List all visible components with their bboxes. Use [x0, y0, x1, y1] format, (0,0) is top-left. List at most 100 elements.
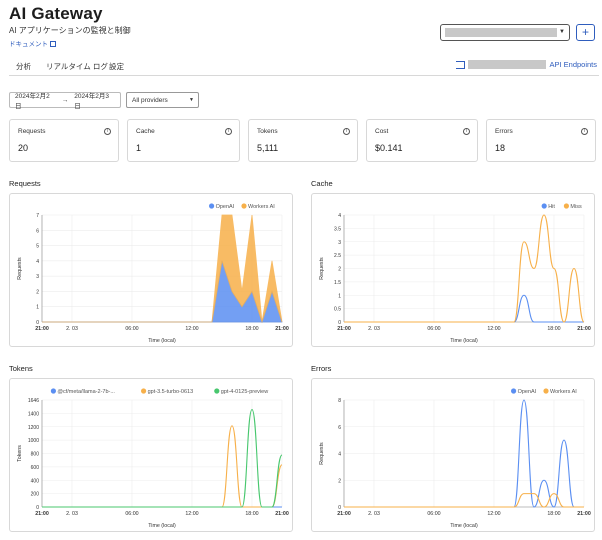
y-tick-label: 1646	[28, 398, 39, 404]
x-tick-label: 12:00	[185, 326, 198, 332]
chart-panel-requests: Workers AI OpenAI 0 1 2 3 4 5 6 7 21:00 2. 03 06:00 1…	[9, 193, 293, 347]
line-series-2	[41, 408, 283, 508]
section-title-errors: Errors	[311, 364, 332, 373]
legend-label: gpt-3.5-turbo-0613	[148, 389, 194, 395]
y-tick-label: 8	[338, 398, 341, 404]
legend-swatch	[541, 203, 547, 209]
legend-label: Workers AI	[248, 204, 275, 210]
chart-panel-errors: Workers AI OpenAI 0 2 4 6 8 21:00 2. 03 06:00 12:0…	[311, 378, 595, 532]
y-tick-label: 200	[31, 492, 40, 498]
y-tick-label: 1	[36, 305, 39, 311]
provider-select-value: All providers	[132, 97, 168, 104]
y-tick-label: 600	[31, 465, 40, 471]
stat-label: Cost	[375, 128, 389, 135]
x-tick-label: 2. 03	[368, 511, 380, 517]
tab-analytics[interactable]: 分析	[16, 61, 31, 72]
requests-chart: Workers AIOpenAI0123456721:00 2. 03 06:00 1…	[17, 203, 289, 344]
x-tick-label: 21:00	[577, 326, 591, 332]
chart-panel-cache: Miss Hit 0 0.5 1 1.5 2 2.5 3 3.5 4 21:00 2. 03 06:00 1…	[311, 193, 595, 347]
x-tick-label: 2. 03	[66, 326, 78, 332]
stat-value: $0.141	[375, 143, 403, 153]
chevron-down-icon: ▼	[559, 29, 565, 35]
y-tick-label: 2.5	[334, 253, 341, 259]
legend-label: OpenAI	[518, 389, 537, 395]
info-icon[interactable]: i	[343, 128, 350, 135]
add-gateway-button[interactable]: +	[576, 24, 595, 41]
x-tick-label: 12:00	[185, 511, 198, 517]
x-axis-label: Time (local)	[450, 338, 478, 344]
y-tick-label: 1	[338, 293, 341, 299]
errors-chart: Workers AIOpenAI0246821:00 2. 03 06:00 12:0…	[319, 388, 591, 529]
legend-swatch	[241, 203, 247, 209]
x-tick-label: 06:00	[427, 511, 440, 517]
y-axis-label: Requests	[17, 257, 23, 280]
api-endpoints-link[interactable]: API Endpoints	[456, 60, 597, 69]
tab-settings[interactable]: 設定	[109, 61, 124, 72]
line-series-1	[41, 425, 283, 508]
y-tick-label: 800	[31, 452, 40, 458]
x-tick-label: 21:00	[35, 511, 49, 517]
cache-chart: MissHit00.511.522.533.5421:00 2. 03 06:00 1…	[319, 203, 591, 344]
tab-realtime-logs[interactable]: リアルタイム ログ	[46, 61, 108, 72]
tab-bar: 分析 リアルタイム ログ 設定 API Endpoints	[9, 55, 599, 76]
external-link-icon	[50, 41, 56, 47]
legend-swatch	[209, 203, 215, 209]
x-tick-label: 2. 03	[66, 511, 78, 517]
info-icon[interactable]: i	[225, 128, 232, 135]
legend-label: Workers AI	[550, 389, 577, 395]
x-tick-label: 21:00	[275, 326, 289, 332]
date-range-picker[interactable]: 2024年2月2日 → 2024年2月3日	[9, 92, 121, 110]
documentation-link-label: ドキュメント	[9, 41, 48, 48]
y-axis-label: Tokens	[17, 445, 23, 462]
y-tick-label: 2	[338, 478, 341, 484]
legend-swatch	[511, 388, 517, 394]
legend-label: OpenAI	[216, 204, 235, 210]
x-tick-label: 21:00	[337, 511, 351, 517]
stat-label: Cache	[136, 128, 155, 135]
x-tick-label: 21:00	[275, 511, 289, 517]
stat-card-requests: Requests 20 i	[9, 119, 119, 162]
y-tick-label: 3.5	[334, 226, 341, 232]
arrow-right-icon: →	[61, 96, 69, 104]
stat-card-errors: Errors 18 i	[486, 119, 596, 162]
y-axis-label: Requests	[319, 257, 325, 280]
legend-swatch	[563, 203, 569, 209]
y-tick-label: 5	[36, 244, 39, 250]
y-tick-label: 4	[36, 259, 39, 265]
chevron-down-icon: ▼	[189, 97, 194, 103]
y-tick-label: 1.5	[334, 280, 341, 286]
y-tick-label: 3	[338, 240, 341, 246]
info-icon[interactable]: i	[463, 128, 470, 135]
redacted-endpoint	[468, 60, 547, 69]
stat-label: Errors	[495, 128, 513, 135]
account-select[interactable]: ▼	[440, 24, 570, 41]
page-subtitle: AI アプリケーションの監視と制御	[9, 26, 131, 35]
info-icon[interactable]: i	[104, 128, 111, 135]
x-tick-label: 18:00	[547, 326, 560, 332]
y-tick-label: 2	[36, 289, 39, 295]
x-tick-label: 06:00	[427, 326, 440, 332]
y-tick-label: 2	[338, 267, 341, 273]
section-title-cache: Cache	[311, 179, 333, 188]
legend-swatch	[543, 388, 549, 394]
stat-value: 20	[18, 143, 29, 153]
x-tick-label: 12:00	[487, 511, 500, 517]
x-tick-label: 18:00	[547, 511, 560, 517]
y-tick-label: 1400	[28, 411, 39, 417]
legend-swatch	[214, 388, 220, 394]
y-tick-label: 4	[338, 213, 341, 219]
date-end: 2024年2月3日	[74, 93, 109, 110]
documentation-link[interactable]: ドキュメント	[9, 38, 56, 48]
section-title-requests: Requests	[9, 179, 41, 188]
chart-panel-tokens: gpt-4-0125-preview gpt-3.5-turbo-0613 @cf/…	[9, 378, 293, 532]
y-tick-label: 7	[36, 213, 39, 219]
y-axis-label: Requests	[319, 442, 325, 465]
stat-value: 1	[136, 143, 142, 153]
x-axis-label: Time (local)	[148, 523, 176, 529]
stat-value: 18	[495, 143, 506, 153]
x-tick-label: 21:00	[337, 326, 351, 332]
provider-select[interactable]: All providers ▼	[126, 92, 199, 108]
date-start: 2024年2月2日	[15, 93, 50, 110]
info-icon[interactable]: i	[581, 128, 588, 135]
stat-label: Tokens	[257, 128, 278, 135]
